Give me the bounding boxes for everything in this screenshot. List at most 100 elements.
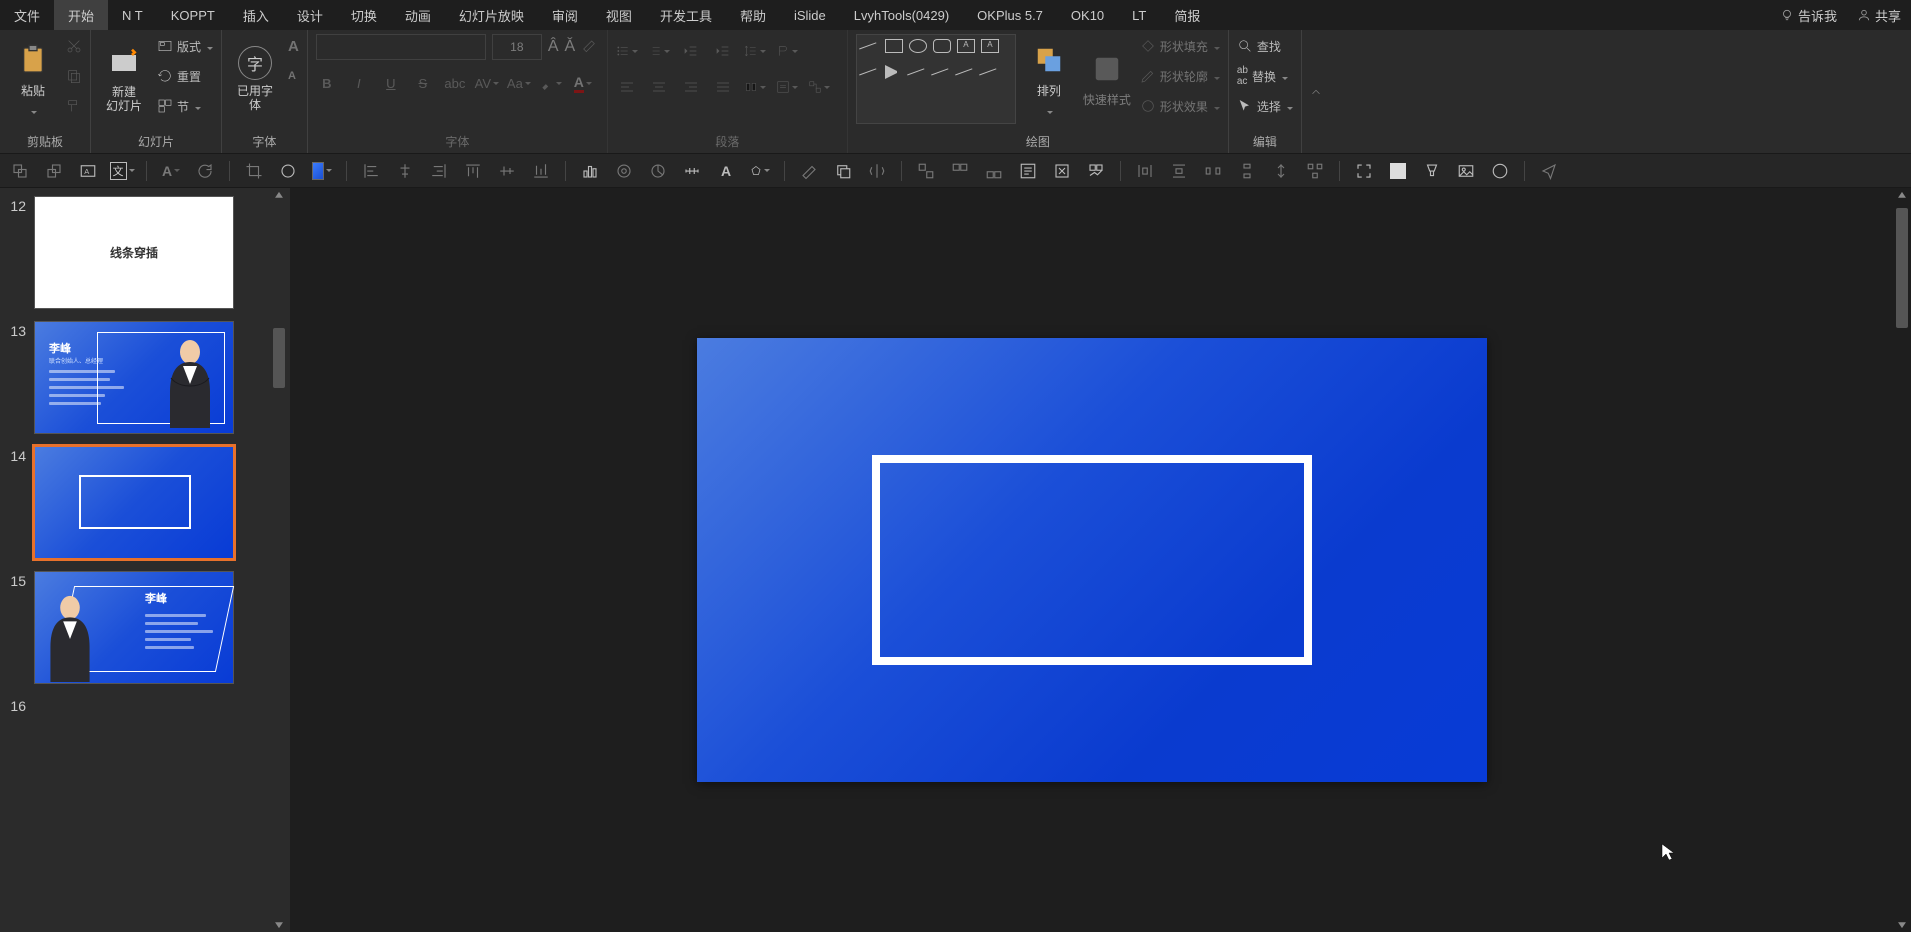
tb-layers[interactable]: [833, 161, 853, 181]
tb-align-b[interactable]: [531, 161, 551, 181]
clear-format-button[interactable]: [581, 37, 597, 58]
menu-nt[interactable]: N T: [108, 0, 157, 30]
align-text-button[interactable]: [776, 76, 798, 98]
align-right-button[interactable]: [680, 76, 702, 98]
menu-review[interactable]: 审阅: [538, 0, 592, 30]
indent-button[interactable]: [712, 40, 734, 62]
underline-button[interactable]: U: [380, 72, 402, 94]
tb-rotate[interactable]: [195, 161, 215, 181]
thumb-slide-13[interactable]: 李峰 联合创始人、总经理: [34, 321, 234, 434]
tb-dist-h[interactable]: [1135, 161, 1155, 181]
new-slide-button[interactable]: 新建 幻灯片: [99, 34, 149, 124]
scroll-down-button[interactable]: [270, 918, 288, 932]
tb-regroup[interactable]: [984, 161, 1004, 181]
menu-view[interactable]: 视图: [592, 0, 646, 30]
tb-donut[interactable]: [614, 161, 634, 181]
tb-align-l[interactable]: [361, 161, 381, 181]
casechange-button[interactable]: Aa: [508, 72, 530, 94]
canvas-scroll-handle[interactable]: [1896, 208, 1908, 328]
thumb-slide-14[interactable]: [34, 446, 234, 559]
font-dec-button[interactable]: A: [288, 64, 299, 88]
menu-ok10[interactable]: OK10: [1057, 0, 1118, 30]
outdent-button[interactable]: [680, 40, 702, 62]
canvas-scroll-down[interactable]: [1893, 918, 1911, 932]
share-button[interactable]: 共享: [1847, 0, 1911, 30]
tb-fontcolor[interactable]: A: [161, 161, 181, 181]
distribute-button[interactable]: [744, 76, 766, 98]
section-button[interactable]: 节: [157, 94, 213, 118]
bold-button[interactable]: B: [316, 72, 338, 94]
menu-home[interactable]: 开始: [54, 0, 108, 30]
tb-align-t[interactable]: [463, 161, 483, 181]
menu-file[interactable]: 文件: [0, 0, 54, 30]
tb-selection-pane[interactable]: [1018, 161, 1038, 181]
scroll-up-button[interactable]: [270, 188, 288, 202]
quick-style-button[interactable]: 快速样式: [1082, 34, 1132, 124]
bullets-button[interactable]: [616, 40, 638, 62]
tb-chart[interactable]: [580, 161, 600, 181]
tb-align-c[interactable]: [395, 161, 415, 181]
canvas-scroll-up[interactable]: [1893, 188, 1911, 202]
font-color-button[interactable]: A: [572, 72, 594, 94]
tb-shape-plus[interactable]: [750, 161, 770, 181]
menu-islide[interactable]: iSlide: [780, 0, 840, 30]
menu-help[interactable]: 帮助: [726, 0, 780, 30]
menu-slideshow[interactable]: 幻灯片放映: [445, 0, 538, 30]
tb-layer-up[interactable]: [10, 161, 30, 181]
menu-insert[interactable]: 插入: [229, 0, 283, 30]
tb-magic[interactable]: [1086, 161, 1106, 181]
scrollbar-handle[interactable]: [273, 328, 285, 388]
thumb-slide-15[interactable]: 李峰: [34, 571, 234, 684]
find-button[interactable]: 查找: [1237, 34, 1293, 58]
slide-rectangle-shape[interactable]: [872, 455, 1312, 665]
menu-design[interactable]: 设计: [283, 0, 337, 30]
tb-hbar[interactable]: [682, 161, 702, 181]
shadow-button[interactable]: abc: [444, 72, 466, 94]
tb-align-m[interactable]: [497, 161, 517, 181]
menu-transition[interactable]: 切换: [337, 0, 391, 30]
increase-font-button[interactable]: Â: [548, 38, 559, 56]
tb-image[interactable]: [1456, 161, 1476, 181]
tb-share2[interactable]: [1539, 161, 1559, 181]
tb-text-a[interactable]: A: [716, 161, 736, 181]
align-left-button[interactable]: [616, 76, 638, 98]
tb-dist-v[interactable]: [1169, 161, 1189, 181]
menu-okplus[interactable]: OKPlus 5.7: [963, 0, 1057, 30]
thumb-slide-12[interactable]: 线条穿插: [34, 196, 234, 309]
layout-button[interactable]: 版式: [157, 34, 213, 58]
tb-circle[interactable]: [278, 161, 298, 181]
menu-lt[interactable]: LT: [1118, 0, 1160, 30]
paste-button[interactable]: 粘贴: [8, 34, 58, 124]
tb-group[interactable]: [916, 161, 936, 181]
select-button[interactable]: 选择: [1237, 94, 1293, 118]
tb-delete[interactable]: [1052, 161, 1072, 181]
tell-me-button[interactable]: 告诉我: [1770, 0, 1847, 30]
menu-briefing[interactable]: 简报: [1160, 0, 1214, 30]
tb-crop[interactable]: [244, 161, 264, 181]
text-direction-button[interactable]: [776, 40, 798, 62]
tb-dist-v2[interactable]: [1237, 161, 1257, 181]
tb-snap[interactable]: [1271, 161, 1291, 181]
tb-eraser[interactable]: [799, 161, 819, 181]
shapes-gallery[interactable]: A A: [856, 34, 1016, 124]
spacing-button[interactable]: AV: [476, 72, 498, 94]
italic-button[interactable]: I: [348, 72, 370, 94]
format-painter-button[interactable]: [66, 94, 82, 118]
tb-textbox[interactable]: A: [78, 161, 98, 181]
decrease-font-button[interactable]: Ǎ: [565, 38, 576, 56]
used-font-button[interactable]: 字 已用字 体: [230, 34, 280, 124]
font-size-combo[interactable]: 18: [492, 34, 542, 60]
tb-ungroup[interactable]: [950, 161, 970, 181]
strike-button[interactable]: S: [412, 72, 434, 94]
arrange-button[interactable]: 排列: [1024, 34, 1074, 124]
align-center-button[interactable]: [648, 76, 670, 98]
numbering-button[interactable]: [648, 40, 670, 62]
shape-effects-button[interactable]: 形状效果: [1140, 94, 1220, 118]
menu-developer[interactable]: 开发工具: [646, 0, 726, 30]
align-justify-button[interactable]: [712, 76, 734, 98]
font-family-combo[interactable]: [316, 34, 486, 60]
cut-button[interactable]: [66, 34, 82, 58]
copy-button[interactable]: [66, 64, 82, 88]
tb-language[interactable]: 文: [112, 161, 132, 181]
tb-align-r[interactable]: [429, 161, 449, 181]
